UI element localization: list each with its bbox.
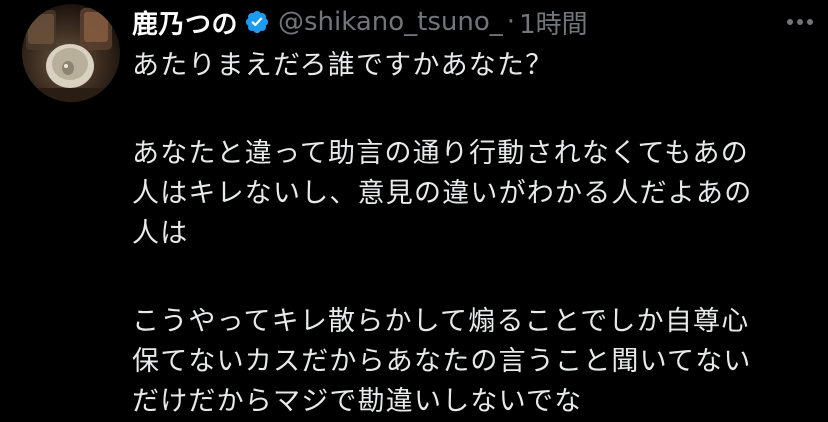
header-separator: · — [506, 7, 516, 37]
tweet: 鹿乃つの @shikano_tsuno_ · 1時間 あたりまえだろ誰ですかあな… — [0, 0, 828, 417]
tweet-header: 鹿乃つの @shikano_tsuno_ · 1時間 — [132, 2, 588, 42]
tweet-line: あなたと違って助言の通り行動されなくてもあの — [132, 138, 749, 169]
tweet-line: だけだからマジで勘違いしないでな — [132, 386, 583, 417]
avatar-photo — [22, 8, 120, 102]
verified-badge-icon — [244, 9, 270, 35]
tweet-blank-line — [132, 254, 812, 302]
tweet-line: 人はキレないし、意見の違いがわかる人だよあの — [132, 178, 753, 209]
tweet-text: あたりまえだろ誰ですかあなた？ あなたと違って助言の通り行動されなくてもあの 人… — [132, 46, 812, 422]
tweet-line: 人は — [132, 218, 189, 249]
display-name[interactable]: 鹿乃つの — [132, 4, 238, 41]
author-handle[interactable]: @shikano_tsuno_ — [278, 7, 503, 37]
tweet-line: こうやってキレ散らかして煽ることでしか自尊心 — [132, 306, 750, 337]
timestamp[interactable]: 1時間 — [519, 4, 588, 41]
tweet-blank-line — [132, 86, 812, 134]
more-options-icon[interactable] — [780, 6, 820, 38]
tweet-line: あたりまえだろ誰ですかあなた？ — [132, 50, 554, 81]
avatar[interactable] — [22, 4, 120, 102]
tweet-line: 保てないカスだからあなたの言うこと聞いてない — [132, 346, 752, 377]
